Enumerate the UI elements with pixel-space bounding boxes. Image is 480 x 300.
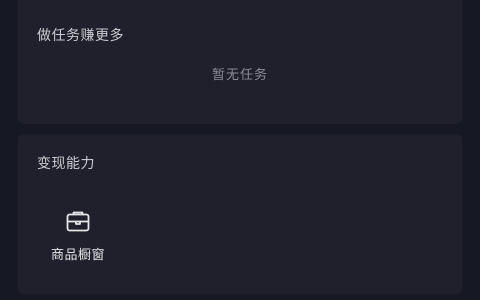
tasks-card: 做任务赚更多 暂无任务 (18, 0, 462, 124)
ability-item-label: 商品橱窗 (50, 248, 105, 263)
page: 做任务赚更多 暂无任务 变现能力 商品橱窗 (0, 0, 480, 300)
shop-window-icon (66, 211, 90, 232)
tasks-empty-state: 暂无任务 (211, 68, 268, 83)
monetization-card: 变现能力 商品橱窗 (18, 134, 462, 294)
monetization-section-title: 变现能力 (37, 156, 95, 172)
ability-item-shop-window[interactable]: 商品橱窗 (40, 204, 116, 274)
tasks-section-title: 做任务赚更多 (37, 28, 124, 44)
